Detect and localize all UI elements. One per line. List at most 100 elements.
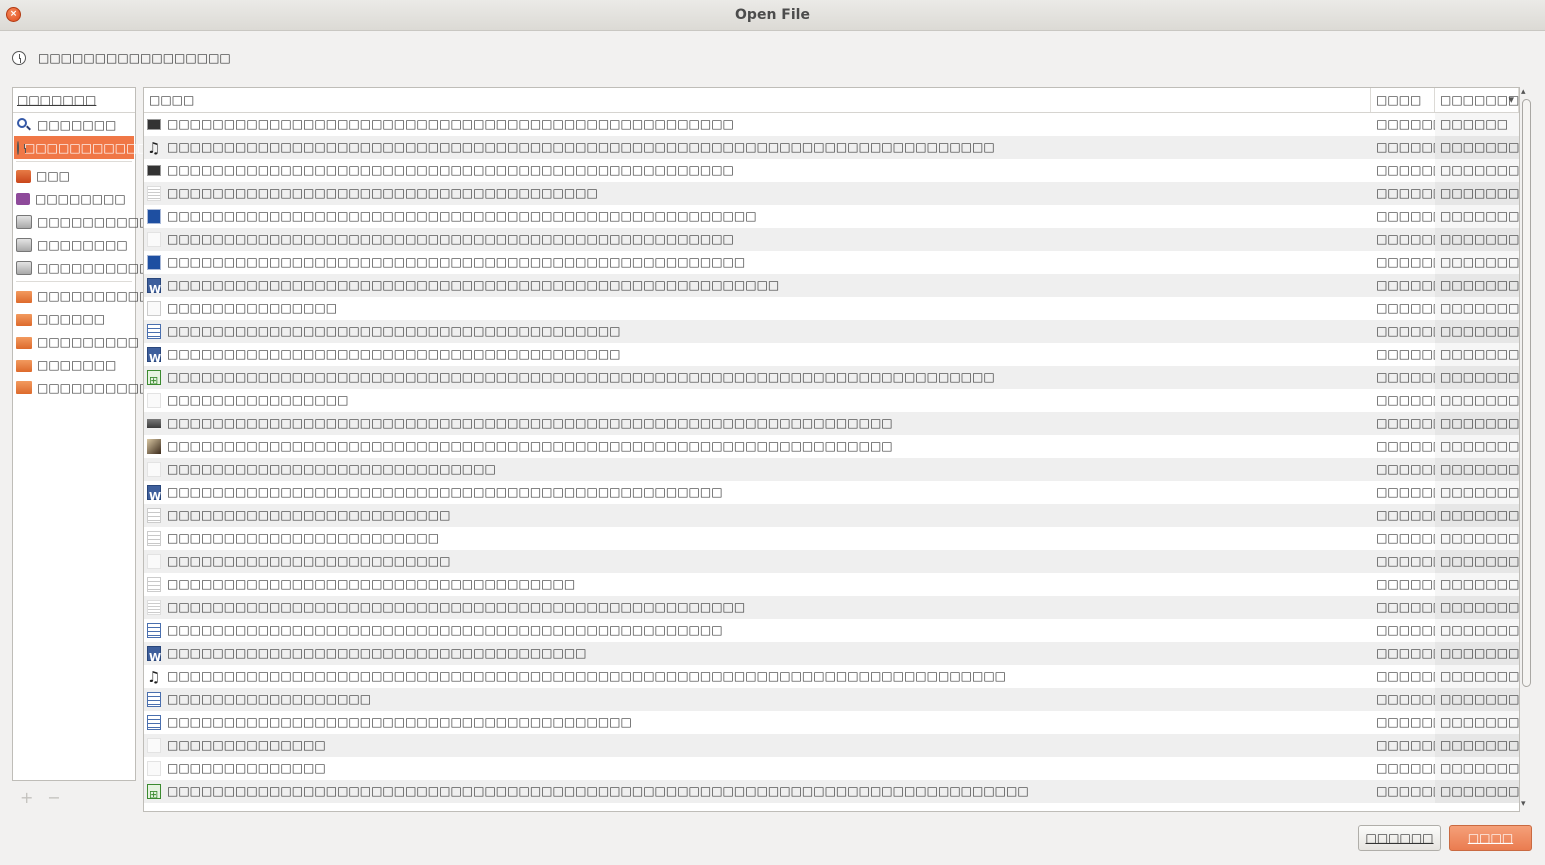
file-row[interactable]: □□□□□□□□□□□□□□□□□□□□□□□□□□□□□□□□□□: [144, 688, 1519, 711]
sidebar-separator: [16, 161, 132, 162]
file-name: □□□□□□□□□□□□□□□□□□□□□□□□□□□□□□□□□□□□□□□□…: [167, 117, 734, 131]
folder-icon: [16, 359, 32, 372]
file-row[interactable]: □□□□□□□□□□□□□□□□□□□□□□□□□□□□□□□□□□□□□□□□…: [144, 412, 1519, 435]
file-size: □□□□□□□: [1376, 393, 1435, 407]
column-header-size[interactable]: □□□□: [1371, 88, 1435, 112]
file-row[interactable]: □□□□□□□□□□□□□□□□□□□□□□□□□□□□□□: [144, 757, 1519, 780]
file-name-cell: □□□□□□□□□□□□□□□□□□□□□□□□□□□□□□□□□□□□□□□□…: [144, 780, 1371, 803]
file-name: □□□□□□□□□□□□□□□□□□□□□□□□□□□□□□□□□□□□□□□□…: [167, 485, 723, 499]
file-row[interactable]: □□□□□□□□□□□□□□□□□□□□□□□□□□□□□□□□□□□□□□□□…: [144, 711, 1519, 734]
sidebar-item[interactable]: □□□□□□□□□□: [13, 376, 150, 399]
file-row[interactable]: □□□□□□□□□□□□□□□□□□□□□□□□□□□□□□□□□□□□□□□□: [144, 527, 1519, 550]
file-modified: □□□□□□□□□: [1435, 734, 1519, 757]
blank-file-icon: [147, 761, 161, 776]
folder-icon: [16, 290, 32, 303]
file-size: □□□□□□□: [1376, 531, 1435, 545]
scroll-thumb[interactable]: [1522, 99, 1531, 687]
pictures-folder-icon: [16, 381, 32, 394]
file-row[interactable]: □□□□□□□□□□□□□□□□□□□□□□□□□□□□□□□□□□□□□□□□…: [144, 573, 1519, 596]
file-row[interactable]: □□□□□□□□□□□□□□□□□□□□□□□□□□□□□□□□□□□□□□□□…: [144, 458, 1519, 481]
file-row[interactable]: □□□□□□□□□□□□□□□□□□□□□□□□□□□□□□□□□□□□□□□□…: [144, 619, 1519, 642]
file-name-cell: □□□□□□□□□□□□□□□□□□□□□□□□□: [144, 504, 1371, 527]
sidebar-item[interactable]: □□□□□□□□: [13, 233, 135, 256]
places-header[interactable]: □□□□□□□: [13, 88, 135, 113]
column-header-name[interactable]: □□□□: [144, 88, 1372, 112]
file-name-cell: □□□□□□□□□□□□□□□□□□□□□□□□□□□□□□□□□□□□□□□□…: [144, 481, 1371, 504]
signature-file-icon: [147, 301, 161, 316]
file-modified: □□□□□□□□□□□: [1435, 297, 1519, 320]
file-row[interactable]: □□□□□□□□□□□□□□□□□□□□□□□□□□□□□□□□□□□□□□□□…: [144, 274, 1519, 297]
file-modified: □□□□□□□□□: [1435, 665, 1519, 688]
file-modified: □□□□□□□□: [1435, 389, 1519, 412]
file-row[interactable]: □□□□□□□□□□□□□□□□□□□□□□□□□□□□□□□□□□□□□□□□…: [144, 780, 1519, 803]
sidebar-item[interactable]: □□□□□□□□□□: [13, 284, 150, 307]
sidebar-item[interactable]: □□□□□□□: [13, 353, 135, 376]
file-row[interactable]: □□□□□□□□□□□□□□□□□□□□□□□□□□□□□□□□□□□□□□□□…: [144, 665, 1519, 688]
file-name: □□□□□□□□□□□□□□□□□□□□□□□□: [167, 531, 440, 545]
remove-bookmark-button[interactable]: −: [47, 788, 74, 807]
file-row[interactable]: □□□□□□□□□□□□□□□□□□□□□□□□□□□□□□□□□□□□□□□□…: [144, 596, 1519, 619]
file-modified: □□□□□□□: [1435, 274, 1519, 297]
file-size: □□□□□□□: [1376, 186, 1435, 200]
scroll-up-arrow-icon[interactable]: ▴: [1521, 87, 1526, 97]
file-size: □□□□□□□: [1376, 784, 1435, 798]
file-row[interactable]: □□□□□□□□□□□□□□□□□□□□□□□□□□□□□□□□□□□□□□□□…: [144, 481, 1519, 504]
file-row[interactable]: □□□□□□□□□□□□□□□□□□□□□□□□□□□□□□□□□□□□□□□□…: [144, 205, 1519, 228]
open-button[interactable]: □□□□: [1449, 825, 1532, 851]
sidebar-item[interactable]: □□□□□□□□□□□□□: [13, 210, 184, 233]
file-row[interactable]: □□□□□□□□□□□□□□□□□□□□□□□□□□□□□□□□□□□□□□□□…: [144, 228, 1519, 251]
file-row[interactable]: □□□□□□□□□□□□□□□□□□□□□□□□□□□□□□□□□: [144, 297, 1519, 320]
file-row[interactable]: □□□□□□□□□□□□□□□□□□□□□□□□□□□□□□□□□□□□□□□□…: [144, 159, 1519, 182]
file-row[interactable]: □□□□□□□□□□□□□□□□□□□□□□□□□□□□□□□□□□□□□□□□…: [144, 182, 1519, 205]
file-modified: □□□□□□□□□: [1435, 550, 1519, 573]
file-size: □□□□□□□□: [1376, 140, 1435, 154]
search-icon: [16, 117, 32, 133]
file-name-cell: □□□□□□□□□□□□□□□□□□□□□□□□□□□□□□□□□□□□□□□□: [144, 320, 1371, 343]
file-row[interactable]: □□□□□□□□□□□□□□□□□□□□□□□□□□□□□□□□□□□□□□□□…: [144, 251, 1519, 274]
file-row[interactable]: □□□□□□□□□□□□□□□□□□□□□□□□□□□□□□□□□□□□□□□□…: [144, 343, 1519, 366]
file-name-cell: □□□□□□□□□□□□□□□□□□□□□□□□: [144, 527, 1371, 550]
file-row[interactable]: □□□□□□□□□□□□□□□□□□□□□□□□□□□□□□□□□□□□□□□□…: [144, 320, 1519, 343]
sidebar-item[interactable]: □□□□□□□□□: [13, 330, 139, 353]
file-row[interactable]: □□□□□□□□□□□□□□□□□□□□□□□□□□□□□□□□□□□□□□□□…: [144, 113, 1519, 136]
file-size: □□□□□□□□: [1376, 508, 1435, 522]
file-row[interactable]: □□□□□□□□□□□□□□□□□□□□□□□□□□□□□□: [144, 734, 1519, 757]
file-name-cell: □□□□□□□□□□□□□□□□□□□□□□□□□□□□□□□□□□□□: [144, 573, 1371, 596]
file-modified: □□□□□□□□□: [1435, 136, 1519, 159]
sidebar-item[interactable]: □□□: [13, 164, 135, 187]
sidebar-item[interactable]: □□□□□□□□□□□□□□□□: [14, 136, 205, 159]
file-name: □□□□□□□□□□□□□□□□: [167, 393, 349, 407]
file-name: □□□□□□□□□□□□□□□□□□□□□□□□□□□□□□□□□□□□□□□□: [167, 347, 621, 361]
file-name: □□□□□□□□□□□□□□□□□□□□□□□□□□□□□□□□□□□□□□□□…: [167, 163, 734, 177]
cancel-button[interactable]: □□□□□□: [1358, 825, 1441, 851]
file-row[interactable]: □□□□□□□□□□□□□□□□□□□□□□□□□□□□□□□: [144, 389, 1519, 412]
file-name-cell: □□□□□□□□□□□□□□□□□□□□□□□□□□□□□□□□□□□□□: [144, 642, 1371, 665]
file-name: □□□□□□□□□□□□□□□□□□□□□□□□□□□□□□□□□□□□□□□□: [167, 324, 621, 338]
file-row[interactable]: □□□□□□□□□□□□□□□□□□□□□□□□□□□□□□□□□□□□□□□□…: [144, 550, 1519, 573]
sidebar-item[interactable]: □□□□□□: [13, 307, 135, 330]
add-bookmark-button[interactable]: +: [20, 788, 47, 807]
file-row[interactable]: □□□□□□□□□□□□□□□□□□□□□□□□□□□□□□□□□□□□□□□□…: [144, 435, 1519, 458]
file-row[interactable]: □□□□□□□□□□□□□□□□□□□□□□□□□□□□□□□□□□□□□□□□…: [144, 366, 1519, 389]
column-header-modified[interactable]: □□□□□□□□: [1435, 88, 1519, 112]
file-row[interactable]: □□□□□□□□□□□□□□□□□□□□□□□□□□□□□□□□□□□□□□□□…: [144, 136, 1519, 159]
sidebar-item[interactable]: □□□□□□□□: [13, 187, 135, 210]
file-size: □□□□□□□: [1376, 646, 1435, 660]
file-modified: □□□□□□□□□: [1435, 642, 1519, 665]
file-row[interactable]: □□□□□□□□□□□□□□□□□□□□□□□□□□□□□□□□□□□□□□□□…: [144, 642, 1519, 665]
sidebar-item[interactable]: □□□□□□□: [13, 113, 135, 136]
document-file-icon: [147, 715, 161, 730]
file-name-cell: □□□□□□□□□□□□□□□□□□□□□□□□□□□□□□□□□□□□□□□□…: [144, 113, 1371, 136]
drive-icon: [16, 260, 32, 275]
blank-file-icon: [147, 738, 161, 753]
sidebar-item[interactable]: □□□□□□□□□□□□□□□: [13, 256, 207, 279]
file-row[interactable]: □□□□□□□□□□□□□□□□□□□□□□□□□□□□□□□□□□□□□□□□…: [144, 504, 1519, 527]
scroll-down-arrow-icon[interactable]: ▾: [1521, 799, 1526, 809]
file-size: □□□□□□□□: [1376, 669, 1435, 683]
file-list-scrollbar[interactable]: ▴ ▾: [1520, 87, 1533, 812]
pdf-file-icon: [147, 209, 161, 224]
drive-icon: [16, 214, 32, 229]
file-modified: □□□□□□□: [1435, 205, 1519, 228]
file-size: □□□□□□□: [1376, 347, 1435, 361]
scroll-track[interactable]: [1521, 97, 1531, 800]
